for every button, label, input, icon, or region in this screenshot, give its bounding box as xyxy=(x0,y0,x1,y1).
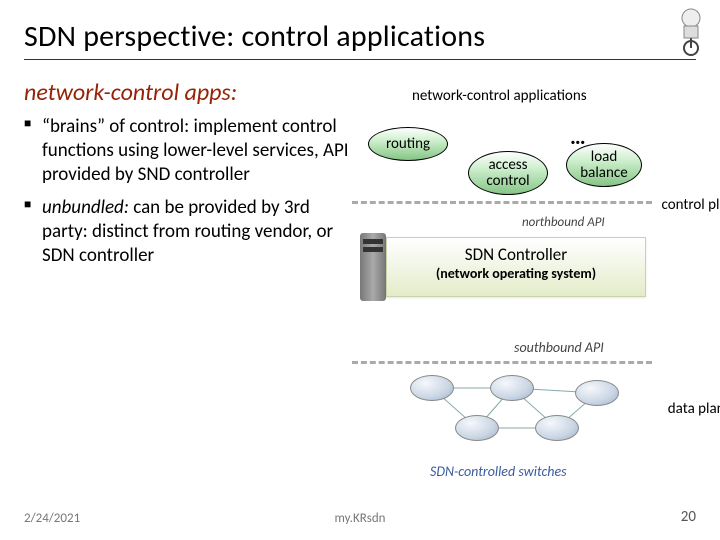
footer-center: my.KRsdn xyxy=(334,511,385,526)
controller-title: SDN Controller xyxy=(387,244,645,265)
slide-title: SDN perspective: control applications xyxy=(24,18,696,55)
ellipsis-icon: … xyxy=(570,123,586,150)
switch-icon xyxy=(410,375,454,401)
bullet-list: “brains” of control: implement control f… xyxy=(24,115,352,455)
footer: 2/24/2021 my.KRsdn xyxy=(24,511,696,526)
switch-icon xyxy=(575,380,619,406)
data-plane-divider xyxy=(352,361,652,364)
switch-network xyxy=(392,373,642,453)
diagram: network-control applications routing acc… xyxy=(352,115,696,455)
data-plane-label: data plane xyxy=(668,401,720,418)
controller-subtitle: (network operating system) xyxy=(387,265,645,282)
switch-icon xyxy=(490,375,534,401)
switches-label: SDN-controlled switches xyxy=(430,463,567,480)
server-icon xyxy=(360,233,386,301)
page-number: 20 xyxy=(681,508,696,526)
title-rule xyxy=(24,59,696,60)
mascot-icon xyxy=(670,4,712,56)
sdn-controller-box: SDN Controller (network operating system… xyxy=(386,237,646,297)
control-plane-label: control plane xyxy=(662,197,720,214)
list-item: unbundled: can be provided by 3rd party:… xyxy=(24,196,352,267)
footer-date: 2/24/2021 xyxy=(24,511,80,526)
list-item: “brains” of control: implement control f… xyxy=(24,115,352,186)
switch-icon xyxy=(455,415,499,441)
switch-icon xyxy=(535,415,579,441)
app-access-control: access control xyxy=(468,151,548,195)
app-routing: routing xyxy=(368,127,448,161)
southbound-api-label: southbound API xyxy=(514,339,604,356)
apps-heading: network-control applications xyxy=(412,87,587,105)
section-subtitle: network-control apps: xyxy=(24,78,696,107)
control-plane-divider xyxy=(352,201,652,204)
northbound-api-label: northbound API xyxy=(522,215,605,230)
